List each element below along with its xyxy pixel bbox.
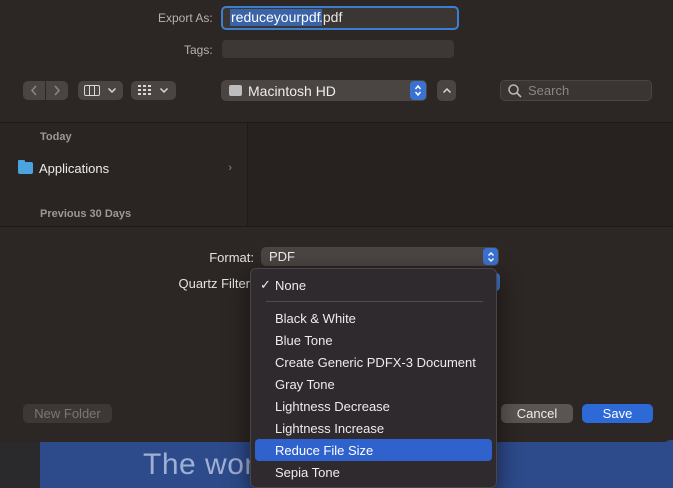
- view-grid-button[interactable]: [131, 81, 176, 100]
- search-field[interactable]: Search: [500, 80, 652, 101]
- menu-item-label: Reduce File Size: [275, 442, 374, 458]
- export-as-field[interactable]: reduceyourpdf .pdf: [221, 6, 459, 30]
- checkmark-icon: ✓: [260, 277, 271, 292]
- save-button[interactable]: Save: [582, 404, 653, 423]
- menu-item-label: Black & White: [275, 310, 356, 326]
- chevron-down-icon: [107, 87, 117, 94]
- cancel-button[interactable]: Cancel: [501, 404, 573, 423]
- grid-view-icon: [138, 85, 151, 95]
- export-as-label: Export As:: [158, 11, 213, 25]
- menu-item-lightness-increase[interactable]: Lightness Increase: [255, 417, 492, 439]
- quartz-filter-label: Quartz Filter: [178, 276, 250, 291]
- menu-item-label: Blue Tone: [275, 332, 333, 348]
- columns-view-icon: [84, 85, 100, 96]
- chevron-down-icon: [159, 87, 169, 94]
- location-label: Macintosh HD: [248, 82, 336, 99]
- filename-extension[interactable]: .pdf: [319, 9, 342, 26]
- menu-item-blue-tone[interactable]: Blue Tone: [255, 329, 492, 351]
- divider: [0, 226, 673, 227]
- menu-item-sepia-tone[interactable]: Sepia Tone: [255, 461, 492, 483]
- menu-item-create-generic-pdfx3[interactable]: Create Generic PDFX-3 Document: [255, 351, 492, 373]
- hard-drive-icon: [229, 85, 242, 96]
- menu-item-reduce-file-size[interactable]: Reduce File Size: [255, 439, 492, 461]
- section-previous-30-days: Previous 30 Days: [40, 208, 132, 220]
- browser-column: Today Applications › Previous 30 Days: [0, 122, 248, 226]
- folder-icon: [18, 160, 33, 174]
- location-popup[interactable]: Macintosh HD: [221, 80, 427, 101]
- quartz-filter-menu: ✓ None Black & White Blue Tone Create Ge…: [250, 268, 497, 488]
- menu-item-label: Create Generic PDFX-3 Document: [275, 354, 476, 370]
- back-button[interactable]: [23, 81, 45, 100]
- menu-item-label: None: [275, 277, 307, 293]
- menu-item-label: Lightness Decrease: [275, 398, 390, 414]
- format-popup[interactable]: PDF: [261, 247, 499, 266]
- search-placeholder: Search: [528, 83, 570, 98]
- search-icon: [508, 83, 522, 98]
- filename-selected-text[interactable]: reduceyourpdf: [230, 9, 322, 26]
- forward-button[interactable]: [46, 81, 68, 100]
- chevron-right-icon: [54, 85, 61, 96]
- document-heading: The wor: [143, 448, 255, 481]
- format-value: PDF: [269, 249, 295, 264]
- section-today: Today: [40, 131, 72, 143]
- chevron-left-icon: [30, 85, 37, 96]
- chevron-up-icon: [442, 87, 451, 94]
- format-label: Format:: [209, 250, 254, 265]
- divider: [0, 122, 673, 123]
- up-down-chevron-icon: [483, 248, 498, 265]
- chevron-right-icon: ›: [228, 162, 232, 174]
- list-item-applications[interactable]: Applications ›: [18, 159, 238, 177]
- menu-item-black-white[interactable]: Black & White: [255, 307, 492, 329]
- tags-field[interactable]: [222, 40, 454, 58]
- menu-item-label: Gray Tone: [275, 376, 335, 392]
- menu-item-label: Lightness Increase: [275, 420, 385, 436]
- up-down-chevron-icon: [410, 81, 426, 100]
- view-columns-button[interactable]: [78, 81, 123, 100]
- file-browser: Today Applications › Previous 30 Days: [0, 122, 673, 226]
- menu-item-none[interactable]: ✓ None: [255, 274, 492, 296]
- new-folder-button[interactable]: New Folder: [23, 404, 112, 423]
- tags-label: Tags:: [184, 43, 213, 57]
- menu-item-lightness-decrease[interactable]: Lightness Decrease: [255, 395, 492, 417]
- menu-item-gray-tone[interactable]: Gray Tone: [255, 373, 492, 395]
- list-item-label: Applications: [39, 160, 110, 176]
- menu-item-label: Sepia Tone: [275, 464, 340, 480]
- menu-separator: [266, 301, 483, 302]
- collapse-button[interactable]: [437, 80, 456, 101]
